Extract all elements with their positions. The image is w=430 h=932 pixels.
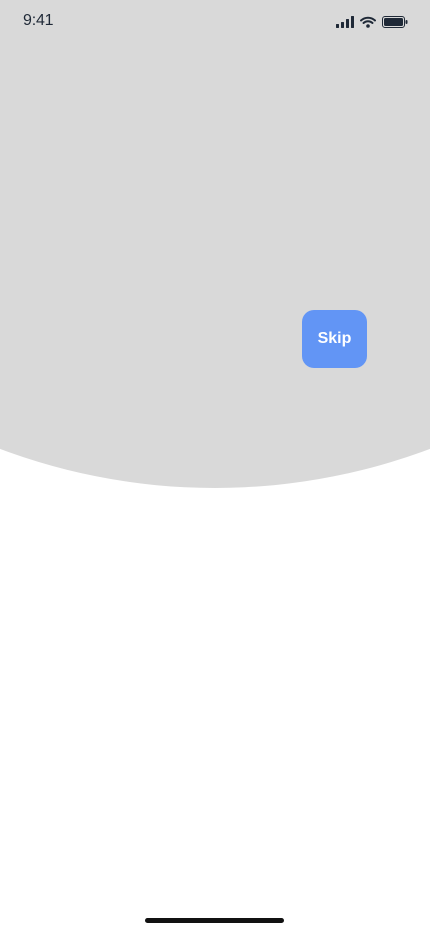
wifi-icon — [360, 16, 376, 28]
hero-background — [0, 0, 430, 488]
skip-button[interactable]: Skip — [302, 310, 367, 368]
status-icons — [336, 15, 408, 29]
battery-icon — [382, 16, 408, 28]
signal-icon — [336, 16, 354, 28]
status-bar: 9:41 — [0, 0, 430, 44]
onboarding-screen: 9:41 Skip — [0, 0, 430, 932]
status-time: 9:41 — [23, 12, 54, 29]
home-indicator — [145, 918, 284, 923]
